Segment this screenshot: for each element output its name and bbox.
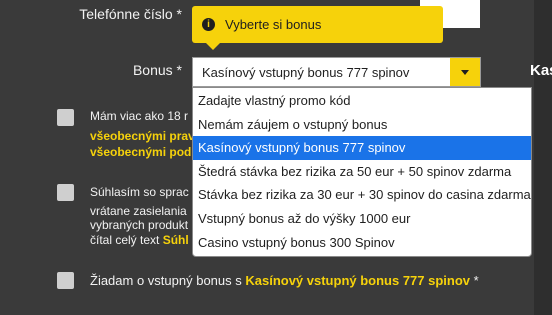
bonus-request-name: Kasínový vstupný bonus 777 spinov xyxy=(245,273,471,288)
right-panel-edge xyxy=(534,0,552,315)
consent-checkbox[interactable] xyxy=(57,184,74,201)
chevron-down-icon[interactable] xyxy=(450,58,480,86)
dropdown-option[interactable]: Štedrá stávka bez rizika za 50 eur + 50 … xyxy=(193,160,531,184)
bonus-dropdown-list: Zadajte vlastný promo kód Nemám záujem o… xyxy=(192,87,532,257)
dropdown-option[interactable]: Stávka bez rizika za 30 eur + 30 spinov … xyxy=(193,183,531,207)
dropdown-option-selected[interactable]: Kasínový vstupný bonus 777 spinov xyxy=(193,136,531,160)
consent-text-line4: čítal celý text Súhl xyxy=(90,234,189,247)
tooltip-text: Vyberte si bonus xyxy=(225,17,322,32)
consent-text-line2: vrátane zasielania xyxy=(90,204,187,218)
dropdown-option[interactable]: Vstupný bonus až do výšky 1000 eur xyxy=(193,207,531,231)
bonus-select[interactable]: Kasínový vstupný bonus 777 spinov xyxy=(192,57,481,87)
dropdown-option[interactable]: Casino vstupný bonus 300 Spinov xyxy=(193,231,531,255)
info-icon: i xyxy=(202,18,215,31)
age-text-line3[interactable]: všeobecnými podm xyxy=(90,146,202,159)
bonus-label: Bonus * xyxy=(132,62,182,78)
consent-text-plain: čítal celý text xyxy=(90,233,163,247)
age-text-line1: Mám viac ako 18 r xyxy=(90,109,189,123)
bonus-request-prefix: Žiadam o vstupný bonus s xyxy=(90,273,246,288)
side-heading: Kas xyxy=(530,62,552,79)
consent-link[interactable]: Súhl xyxy=(163,233,189,247)
bonus-tooltip: i Vyberte si bonus xyxy=(192,6,443,50)
bonus-select-value: Kasínový vstupný bonus 777 spinov xyxy=(202,64,410,80)
age-checkbox[interactable] xyxy=(57,109,74,126)
bonus-request-text: Žiadam o vstupný bonus s Kasínový vstupn… xyxy=(90,274,479,287)
consent-text-line3: vybraných produkt xyxy=(90,218,189,232)
consent-text-line1: Súhlasím so sprac xyxy=(90,185,189,199)
phone-label: Telefónne číslo * xyxy=(79,6,182,22)
age-text-line2[interactable]: všeobecnými prav xyxy=(90,130,195,143)
dropdown-option[interactable]: Nemám záujem o vstupný bonus xyxy=(193,113,531,137)
bonus-request-suffix: * xyxy=(470,273,479,288)
bonus-checkbox[interactable] xyxy=(57,272,74,289)
dropdown-option[interactable]: Zadajte vlastný promo kód xyxy=(193,89,531,113)
